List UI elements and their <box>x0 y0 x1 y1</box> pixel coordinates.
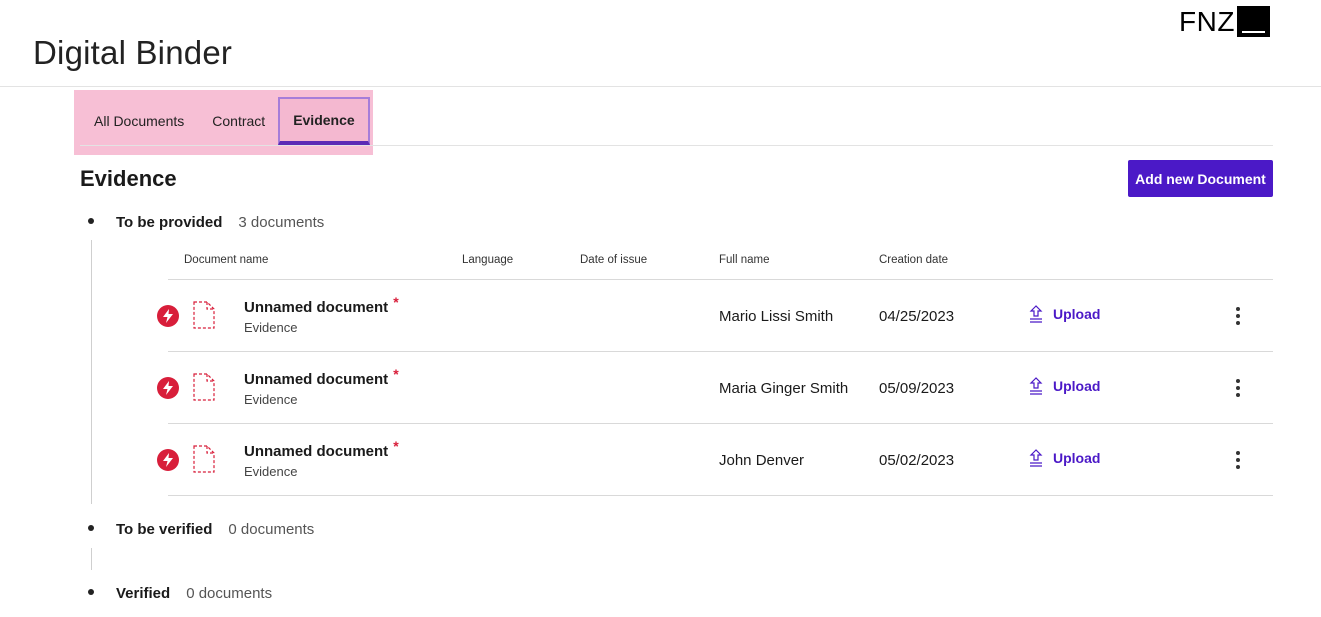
group-to-be-verified[interactable]: To be verified 0 documents <box>88 521 314 538</box>
creation-date-cell: 05/09/2023 <box>879 380 955 397</box>
section-title: Evidence <box>80 166 177 191</box>
upload-icon <box>1029 449 1043 467</box>
dashed-document-icon <box>193 445 215 473</box>
app-header: Digital Binder FNZ <box>0 0 1321 87</box>
document-name-text: Unnamed document <box>244 299 389 316</box>
dashed-document-icon <box>193 301 215 329</box>
group-verified[interactable]: Verified 0 documents <box>88 585 272 602</box>
upload-button[interactable]: Upload <box>1029 305 1100 323</box>
group-count: 0 documents <box>228 521 315 538</box>
upload-label: Upload <box>1053 378 1101 394</box>
add-new-document-button[interactable]: Add new Document <box>1128 160 1273 197</box>
dashed-document-icon <box>193 373 215 401</box>
upload-button[interactable]: Upload <box>1029 377 1100 395</box>
fnz-logo: FNZ <box>1179 6 1270 38</box>
document-name[interactable]: Unnamed document * <box>244 366 399 388</box>
tab-contract[interactable]: Contract <box>198 97 279 145</box>
document-name[interactable]: Unnamed document * <box>244 438 399 460</box>
group-connector-line <box>91 240 92 504</box>
lightning-alert-icon <box>157 449 179 471</box>
kebab-menu-icon[interactable] <box>1228 302 1248 330</box>
document-type: Evidence <box>244 320 298 335</box>
upload-label: Upload <box>1053 306 1101 322</box>
bullet-icon <box>88 589 94 595</box>
upload-icon <box>1029 377 1043 395</box>
group-count: 0 documents <box>186 585 273 602</box>
tab-all-documents[interactable]: All Documents <box>80 97 198 145</box>
bullet-icon <box>88 218 94 224</box>
column-full-name: Full name <box>719 254 770 266</box>
column-language: Language <box>462 254 514 266</box>
full-name-cell: Maria Ginger Smith <box>719 380 849 397</box>
document-type: Evidence <box>244 392 298 407</box>
full-name-cell: Mario Lissi Smith <box>719 308 834 325</box>
full-name-cell: John Denver <box>719 452 805 469</box>
document-tabs: All Documents Contract Evidence <box>80 97 370 145</box>
group-connector-line <box>91 548 92 570</box>
upload-icon <box>1029 305 1043 323</box>
group-label: To be provided <box>116 214 223 231</box>
required-mark: * <box>393 438 399 454</box>
group-to-be-provided[interactable]: To be provided 3 documents <box>88 214 324 231</box>
tab-evidence[interactable]: Evidence <box>278 97 370 145</box>
document-type: Evidence <box>244 464 298 479</box>
lightning-alert-icon <box>157 377 179 399</box>
tabs-divider <box>80 145 1273 146</box>
upload-button[interactable]: Upload <box>1029 449 1100 467</box>
table-row[interactable]: Unnamed document * Evidence Maria Ginger … <box>157 352 1273 424</box>
kebab-menu-icon[interactable] <box>1228 446 1248 474</box>
creation-date-cell: 04/25/2023 <box>879 308 955 325</box>
column-creation-date: Creation date <box>879 254 949 266</box>
table-row[interactable]: Unnamed document * Evidence John Denver 0… <box>157 424 1273 496</box>
bullet-icon <box>88 525 94 531</box>
kebab-menu-icon[interactable] <box>1228 374 1248 402</box>
group-label: Verified <box>116 585 171 602</box>
document-name-text: Unnamed document <box>244 371 389 388</box>
column-document-name: Document name <box>184 254 269 266</box>
table-header: Document name Language Date of issue Ful… <box>168 250 1273 280</box>
group-count: 3 documents <box>238 214 325 231</box>
required-mark: * <box>393 366 399 382</box>
document-name[interactable]: Unnamed document * <box>244 294 399 316</box>
document-name-text: Unnamed document <box>244 443 389 460</box>
table-row[interactable]: Unnamed document * Evidence Mario Lissi S… <box>157 280 1273 352</box>
creation-date-cell: 05/02/2023 <box>879 452 955 469</box>
lightning-alert-icon <box>157 305 179 327</box>
required-mark: * <box>393 294 399 310</box>
upload-label: Upload <box>1053 450 1101 466</box>
group-label: To be verified <box>116 521 213 538</box>
column-date-of-issue: Date of issue <box>580 254 648 266</box>
logo-mark-icon <box>1236 6 1270 37</box>
logo-text: FNZ <box>1179 6 1235 37</box>
page-title: Digital Binder <box>33 34 233 71</box>
